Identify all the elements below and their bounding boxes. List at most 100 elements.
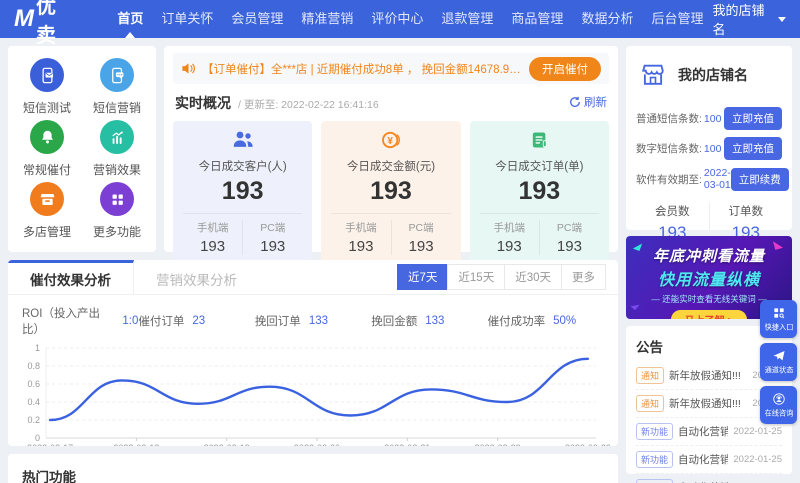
- nav-menu: 首页 订单关怀 会员管理 精准营销 评价中心 退款管理 商品管理 数据分析 后台…: [108, 0, 712, 38]
- hot-features-title: 热门功能: [22, 470, 76, 483]
- kpi-recovered-orders: 挽回订单 133: [255, 305, 371, 337]
- nav-item-label: 数据分析: [581, 11, 634, 26]
- range-7d-button[interactable]: 近7天: [397, 264, 449, 290]
- shop-name: 我的店铺名: [712, 3, 765, 37]
- customers-icon: [233, 131, 253, 147]
- mobile-value: 193: [496, 238, 522, 255]
- mobile-label: 手机端: [345, 222, 377, 234]
- nav-item-analytics[interactable]: 数据分析: [572, 0, 642, 38]
- kpi-label: 催付成功率: [487, 316, 546, 328]
- app-label: 营销效果: [92, 163, 141, 177]
- tab-marketing-analysis[interactable]: 营销效果分析: [134, 260, 259, 294]
- range-more-button[interactable]: 更多: [561, 264, 606, 290]
- chevron-down-icon: [778, 16, 786, 22]
- active-tab-triangle: [125, 32, 136, 38]
- start-reminder-button[interactable]: 开启催付: [529, 56, 601, 81]
- recharge-button[interactable]: 立即充值: [724, 137, 782, 160]
- channel-status-button[interactable]: 通道状态: [760, 343, 797, 381]
- announcement-text: 新年放假通知!!!: [669, 370, 741, 382]
- overview-card: 【订单催付】全***店 | 近期催付成功8单 ， 挽回金额14678.94元，催…: [164, 46, 618, 262]
- stat-value: 193: [518, 177, 561, 205]
- nav-item-label: 商品管理: [511, 11, 564, 26]
- app-label: 更多功能: [92, 225, 141, 239]
- x-tick: 2022-02-22: [475, 443, 521, 446]
- nav-item-members[interactable]: 会员管理: [222, 0, 292, 38]
- overview-header: 实时概况 / 更新至: 2022-02-22 16:41:16 刷新: [175, 93, 607, 113]
- y-tick: 0: [35, 433, 40, 443]
- nav-item-admin[interactable]: 后台管理: [642, 0, 712, 38]
- app-sms-test[interactable]: 短信测试: [12, 56, 82, 118]
- date-range-group: 近7天 近15天 近30天 更多: [397, 260, 618, 294]
- announcement-date: 2022-01-25: [733, 454, 782, 465]
- kpi-roi: ROI（投入产出比） 1:0: [22, 305, 138, 337]
- app-label: 多店管理: [22, 225, 71, 239]
- amount-stat-card: ¥ 今日成交金额(元) 193 手机端 193 PC端 193: [321, 121, 461, 262]
- floater-label: 通道状态: [764, 365, 793, 375]
- range-30d-button[interactable]: 近30天: [504, 264, 562, 290]
- stat-label: 今日成交客户(人): [198, 161, 287, 173]
- nav-item-products[interactable]: 商品管理: [502, 0, 572, 38]
- stat-value: 193: [370, 177, 412, 205]
- app-label: 常规催付: [22, 163, 71, 177]
- y-tick: 0.6: [28, 379, 41, 389]
- app-sms-marketing[interactable]: 短信营销: [82, 56, 152, 118]
- kpi-value: 1:0: [122, 315, 139, 327]
- online-support-button[interactable]: 在线咨询: [760, 386, 797, 424]
- mobile-value: 193: [200, 238, 226, 255]
- nav-item-marketing[interactable]: 精准营销: [292, 0, 362, 38]
- kpi-row: ROI（投入产出比） 1:0 催付订单 23 挽回订单 133 挽回金额 133 催付成…: [8, 295, 618, 341]
- pc-label: PC端: [260, 222, 286, 234]
- mobile-label: 手机端: [196, 222, 229, 234]
- app-marketing-effect[interactable]: 营销效果: [82, 118, 152, 180]
- nav-item-label: 订单关怀: [161, 11, 214, 26]
- nav-item-refunds[interactable]: 退款管理: [432, 0, 502, 38]
- pc-value: 193: [408, 238, 434, 255]
- app-multi-store[interactable]: 多店管理: [12, 180, 82, 242]
- nav-item-label: 会员管理: [231, 11, 284, 26]
- feature-badge: 新功能: [636, 451, 674, 468]
- y-tick: 0.8: [28, 361, 41, 371]
- shop-title: 我的店铺名: [678, 67, 748, 83]
- mobile-value: 193: [348, 238, 374, 255]
- nav-item-reviews[interactable]: 评价中心: [362, 0, 432, 38]
- updated-timestamp: / 更新至: 2022-02-22 16:41:16: [238, 99, 379, 111]
- banner-cta-button[interactable]: 马上了解 >: [670, 310, 748, 319]
- account-menu[interactable]: 我的店铺名: [712, 0, 786, 38]
- y-tick: 0.4: [28, 397, 41, 407]
- tab-label: 营销效果分析: [156, 272, 237, 288]
- headset-icon: [772, 392, 785, 405]
- renew-button[interactable]: 立即续费: [730, 167, 789, 191]
- quick-entry-button[interactable]: 快捷入口: [760, 300, 797, 338]
- chart-series-line: [48, 357, 590, 422]
- recharge-button[interactable]: 立即充值: [724, 107, 782, 130]
- tab-reminder-analysis[interactable]: 催付效果分析: [8, 260, 134, 294]
- x-tick: 2022-02-23: [565, 443, 610, 446]
- today-stats: 今日成交客户(人) 193 手机端 193 PC端 193 ¥ 今日成交金额(元) …: [173, 121, 609, 262]
- nav-item-order-care[interactable]: 订单关怀: [152, 0, 222, 38]
- stat-label: 会员数: [655, 206, 690, 218]
- store-icon: [30, 182, 64, 216]
- sms-digital-row: 数字短信条数: 100 立即充值: [636, 137, 782, 160]
- grid-icon: [100, 182, 134, 216]
- quick-entry-icon: [773, 307, 784, 318]
- announcement-row[interactable]: 新功能 自动化营销功能上线 2022-01-25: [636, 446, 782, 474]
- app-more-features[interactable]: 更多功能: [82, 180, 152, 242]
- bell-icon: [30, 120, 64, 154]
- announcement-date: 2022-01-25: [733, 426, 782, 437]
- customers-stat-card: 今日成交客户(人) 193 手机端 193 PC端 193: [173, 121, 313, 262]
- shop-card: 我的店铺名 普通短信条数: 100 立即充值 数字短信条数: 100 立即充值 …: [626, 46, 792, 243]
- announcement-row[interactable]: 新功能 自动化营销功能上线 2022-01-25: [636, 474, 782, 483]
- pc-label: PC端: [408, 222, 434, 234]
- kpi-value: 50%: [553, 315, 577, 327]
- nav-item-label: 评价中心: [371, 11, 424, 26]
- phone-mail-icon: [30, 58, 64, 92]
- hot-features-card: 热门功能: [8, 454, 618, 483]
- range-15d-button[interactable]: 近15天: [447, 264, 506, 290]
- row-value: 2022-03-01: [703, 167, 731, 191]
- phone-chat-icon: [100, 58, 134, 92]
- notice-badge: 通知: [636, 395, 665, 412]
- refresh-icon: [570, 96, 580, 107]
- nav-item-home[interactable]: 首页: [108, 0, 152, 38]
- app-payment-reminder[interactable]: 常规催付: [12, 118, 82, 180]
- refresh-button[interactable]: 刷新: [569, 94, 607, 110]
